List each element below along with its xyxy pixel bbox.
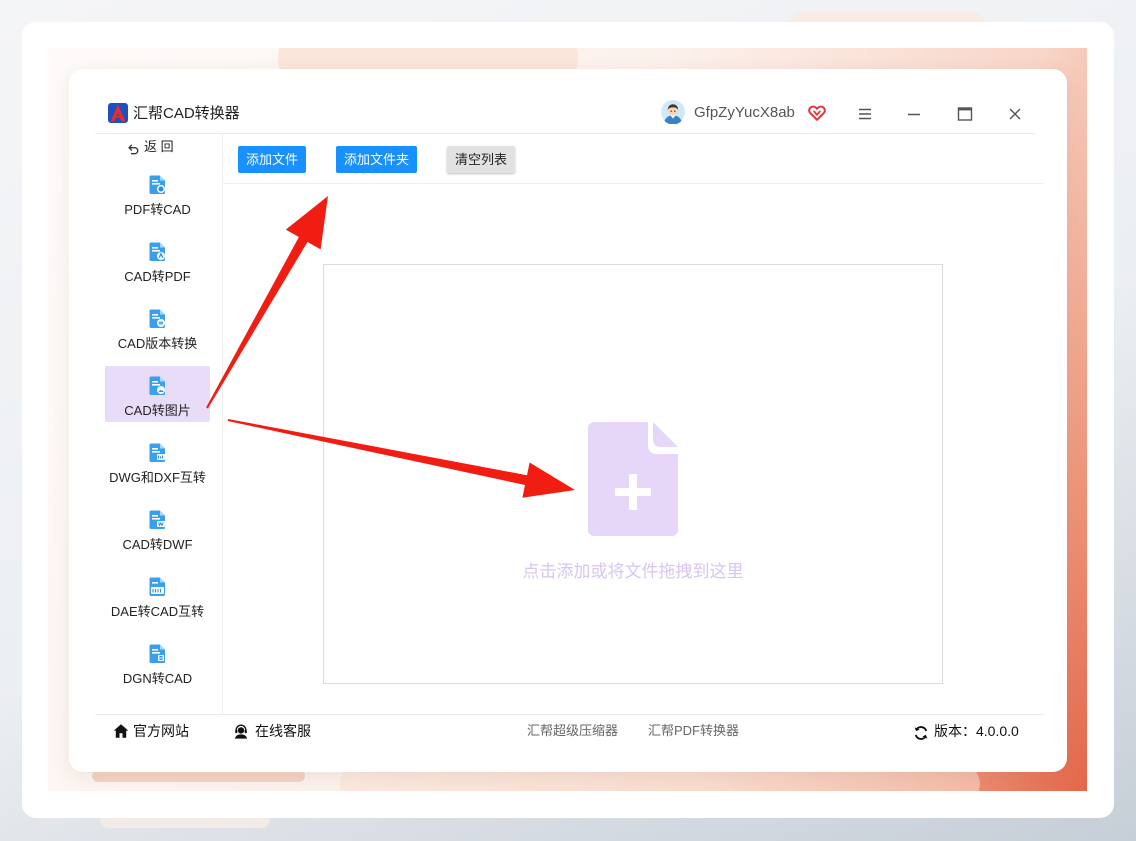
maximize-icon[interactable] xyxy=(957,106,973,122)
cad-to-dwf-icon xyxy=(147,509,168,530)
dgn-to-cad-icon xyxy=(147,643,168,664)
sidebar-item-dae-cad[interactable]: DAE转CAD互转 xyxy=(105,567,210,623)
file-drop-zone[interactable]: 点击添加或将文件拖拽到这里 xyxy=(323,264,943,684)
sidebar-divider xyxy=(222,133,223,714)
version-label: 版本：4.0.0.0 xyxy=(934,723,1019,739)
toolbar-divider xyxy=(222,183,1044,184)
titlebar-divider xyxy=(95,133,1035,134)
pdf-to-cad-icon xyxy=(147,174,168,195)
home-icon[interactable] xyxy=(113,723,129,739)
sidebar-item-cad-version[interactable]: CAD版本转换 xyxy=(105,299,210,355)
clear-list-button[interactable]: 清空列表 xyxy=(447,146,515,173)
back-button[interactable]: 返 回 xyxy=(126,139,186,155)
sidebar-item-label: CAD转图片 xyxy=(124,403,191,418)
sidebar-item-label: DWG和DXF互转 xyxy=(109,470,206,485)
sidebar-item-dgn-to-cad[interactable]: DGN转CAD xyxy=(105,634,210,690)
dwg-dxf-icon xyxy=(147,442,168,463)
back-label: 返 回 xyxy=(144,139,174,154)
drop-hint: 点击添加或将文件拖拽到这里 xyxy=(522,562,744,581)
sidebar-item-label: CAD转PDF xyxy=(124,269,191,284)
refresh-icon[interactable] xyxy=(913,725,929,741)
add-file-button[interactable]: 添加文件 xyxy=(238,146,306,173)
minimize-icon[interactable] xyxy=(906,106,922,122)
dae-cad-icon xyxy=(147,576,168,597)
sidebar-item-label: PDF转CAD xyxy=(124,202,191,217)
back-arrow-icon xyxy=(128,142,139,155)
sidebar-item-cad-to-image[interactable]: CAD转图片 xyxy=(105,366,210,422)
cad-to-image-icon xyxy=(147,375,168,396)
avatar-icon[interactable] xyxy=(661,100,685,125)
sidebar-item-dwg-dxf[interactable]: DWG和DXF互转 xyxy=(105,433,210,489)
add-folder-button[interactable]: 添加文件夹 xyxy=(336,146,417,173)
sidebar-item-label: CAD版本转换 xyxy=(117,336,198,351)
sidebar-item-pdf-to-cad[interactable]: PDF转CAD xyxy=(105,165,210,221)
footer-link-pdf-converter[interactable]: 汇帮PDF转换器 xyxy=(648,723,739,739)
close-icon[interactable] xyxy=(1007,106,1023,122)
sidebar-item-label: DAE转CAD互转 xyxy=(110,604,205,619)
app-title: 汇帮CAD转换器 xyxy=(133,105,240,122)
cad-version-icon xyxy=(147,308,168,329)
footer-link-compressor[interactable]: 汇帮超级压缩器 xyxy=(527,723,618,739)
app-logo-icon xyxy=(108,103,128,123)
sidebar-item-cad-to-pdf[interactable]: CAD转PDF xyxy=(105,232,210,288)
app-window: 汇帮CAD转换器 GfpZyYucX8ab 返 回 PDF转CAD CAD转PD… xyxy=(69,69,1067,772)
add-file-icon[interactable] xyxy=(588,422,678,536)
vip-heart-icon[interactable] xyxy=(808,105,826,121)
sidebar-item-label: DGN转CAD xyxy=(122,671,193,686)
sidebar-item-cad-to-dwf[interactable]: CAD转DWF xyxy=(105,500,210,556)
username[interactable]: GfpZyYucX8ab xyxy=(694,104,795,122)
online-support-link[interactable]: 在线客服 xyxy=(255,722,311,740)
official-website-link[interactable]: 官方网站 xyxy=(133,722,189,740)
sidebar-item-label: CAD转DWF xyxy=(122,537,193,552)
cad-to-pdf-icon xyxy=(147,241,168,262)
menu-icon[interactable] xyxy=(857,106,873,122)
headset-icon[interactable] xyxy=(233,723,249,739)
footer-divider xyxy=(95,714,1044,715)
